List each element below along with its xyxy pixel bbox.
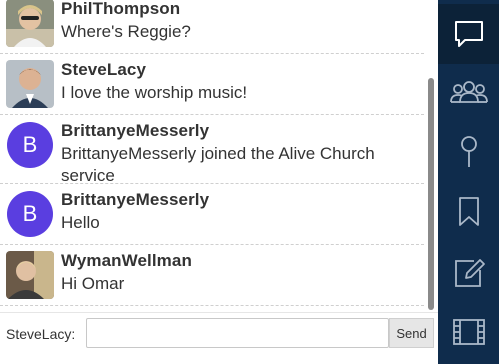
avatar: B [7, 122, 53, 168]
message-author: SteveLacy [61, 60, 147, 79]
message-input[interactable] [86, 318, 389, 348]
sidebar-item-location[interactable] [438, 122, 499, 182]
send-button[interactable]: Send [389, 318, 434, 348]
message-text: Hi Omar [61, 274, 125, 293]
avatar [6, 0, 54, 47]
chat-message: PhilThompson Where's Reggie? [0, 0, 424, 54]
chat-message: B BrittanyeMesserly BrittanyeMesserly jo… [0, 115, 424, 185]
message-list[interactable]: PhilThompson Where's Reggie? SteveLacy I… [0, 0, 438, 312]
chat-pane: PhilThompson Where's Reggie? SteveLacy I… [0, 0, 438, 364]
avatar [6, 60, 54, 108]
message-text: Hello [61, 213, 100, 232]
chat-message: SteveLacy I love the worship music! [0, 54, 424, 115]
scrollbar-thumb[interactable] [428, 78, 434, 310]
message-scrollbar[interactable] [424, 60, 438, 312]
avatar: B [7, 191, 53, 237]
chat-message: B BrittanyeMesserly Hello [0, 184, 424, 245]
message-author: PhilThompson [61, 0, 181, 18]
message-author: WymanWellman [61, 251, 192, 270]
sidebar-item-bookmarks[interactable] [438, 182, 499, 242]
message-text: BrittanyeMesserly joined the Alive Churc… [61, 144, 375, 185]
sidebar-item-people[interactable] [438, 63, 499, 123]
message-text: I love the worship music! [61, 83, 248, 102]
sidebar [438, 0, 499, 364]
chat-icon [453, 18, 485, 50]
message-author: BrittanyeMesserly [61, 190, 210, 209]
sidebar-item-chat[interactable] [438, 4, 499, 64]
pin-icon [457, 134, 481, 170]
message-composer: SteveLacy: Send [0, 312, 438, 364]
bookmark-icon [457, 196, 481, 228]
edit-note-icon [452, 257, 486, 289]
avatar [6, 251, 54, 299]
composer-user-label: SteveLacy: [6, 326, 76, 342]
chat-message: WymanWellman Hi Omar [0, 245, 424, 306]
sidebar-item-media[interactable] [438, 302, 499, 362]
message-author: BrittanyeMesserly [61, 121, 210, 140]
message-text: Where's Reggie? [61, 22, 191, 41]
sidebar-item-notes[interactable] [438, 243, 499, 303]
film-icon [452, 317, 486, 347]
people-icon [449, 78, 489, 108]
